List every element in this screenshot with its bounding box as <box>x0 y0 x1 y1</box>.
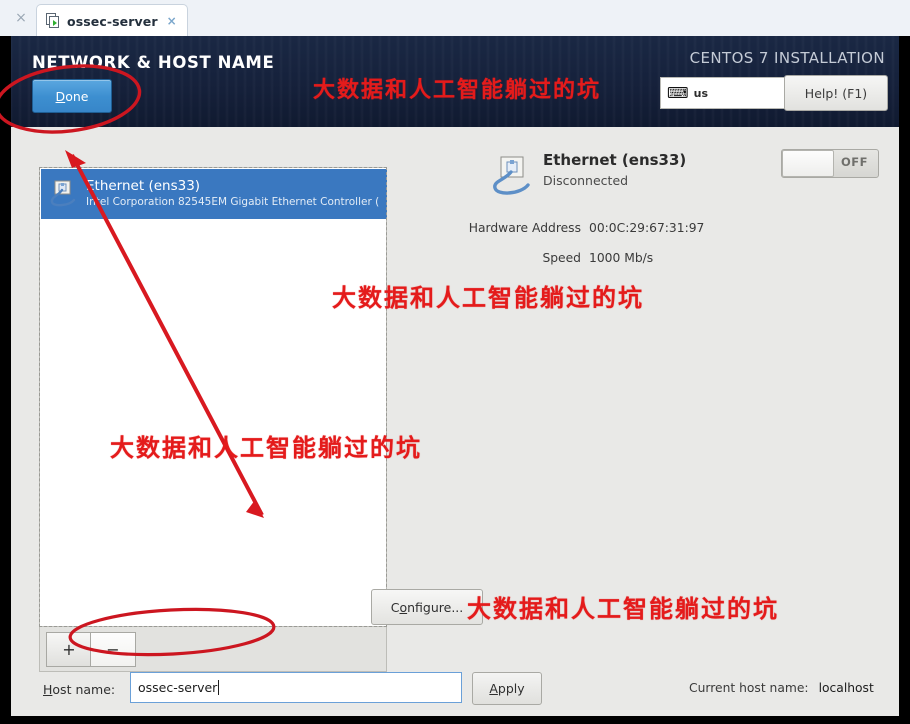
current-host-name: Current host name: localhost <box>689 681 874 695</box>
vm-frame: NETWORK & HOST NAME Done CENTOS 7 INSTAL… <box>0 36 910 724</box>
apply-button-label: Apply <box>489 681 524 696</box>
done-label-rest: one <box>65 88 89 104</box>
help-button[interactable]: Help! (F1) <box>784 75 888 111</box>
apply-label-rest: pply <box>497 681 525 696</box>
device-detail-panel: Ethernet (ens33) Disconnected OFF Hardwa… <box>403 149 883 629</box>
field-speed: Speed 1000 Mb/s <box>403 251 883 281</box>
device-detail-header: Ethernet (ens33) Disconnected OFF <box>403 149 883 209</box>
host-name-accel: H <box>43 682 53 697</box>
ethernet-icon <box>49 179 79 209</box>
vm-screen: NETWORK & HOST NAME Done CENTOS 7 INSTAL… <box>11 36 899 716</box>
installer-name: CENTOS 7 INSTALLATION <box>689 49 885 67</box>
host-name-row: Host name: ossec-server Apply Current ho… <box>39 672 879 712</box>
add-device-button[interactable]: + <box>46 632 92 667</box>
keyboard-icon: ⌨ <box>667 83 689 102</box>
device-list-toolbar: + − <box>39 627 387 672</box>
list-item-text: Ethernet (ens33) Intel Corporation 82545… <box>86 178 379 210</box>
list-item-subtitle: Intel Corporation 82545EM Gigabit Ethern… <box>86 196 380 208</box>
vm-tab-bar: × ossec-server × <box>0 0 910 37</box>
device-list[interactable]: Ethernet (ens33) Intel Corporation 82545… <box>39 167 387 627</box>
keyboard-layout-indicator[interactable]: ⌨ us <box>660 77 788 109</box>
page-title: NETWORK & HOST NAME <box>32 53 275 72</box>
apply-accel: A <box>489 681 498 696</box>
device-name: Ethernet (ens33) <box>543 151 687 169</box>
tabbar-close-icon[interactable]: × <box>12 9 30 27</box>
vm-tab-label: ossec-server <box>67 13 158 29</box>
current-host-name-value: localhost <box>818 681 874 695</box>
device-power-toggle[interactable]: OFF <box>781 149 879 178</box>
keyboard-layout-label: us <box>693 86 709 100</box>
remove-device-button[interactable]: − <box>90 632 136 667</box>
installer-header: NETWORK & HOST NAME Done CENTOS 7 INSTAL… <box>11 36 899 127</box>
screenshot-root: × ossec-server × NETWORK & HOST NAME Don… <box>0 0 910 724</box>
done-accel: D <box>55 88 66 104</box>
vm-tab-close-icon[interactable]: × <box>167 14 177 28</box>
vm-window-icon <box>45 13 61 29</box>
configure-button[interactable]: Configure... <box>371 589 483 625</box>
toggle-knob <box>782 150 834 177</box>
ethernet-icon <box>491 155 535 199</box>
vm-tab-ossec-server[interactable]: ossec-server × <box>36 4 188 37</box>
host-name-input[interactable]: ossec-server <box>130 672 462 703</box>
current-host-name-label: Current host name: <box>689 681 809 695</box>
apply-button[interactable]: Apply <box>472 672 542 705</box>
field-value: 00:0C:29:67:31:97 <box>589 221 705 235</box>
field-value: 1000 Mb/s <box>589 251 654 265</box>
done-button-label: Done <box>56 89 89 104</box>
text-caret <box>218 680 220 695</box>
page-content: Ethernet (ens33) Intel Corporation 82545… <box>11 127 899 716</box>
list-item[interactable]: Ethernet (ens33) Intel Corporation 82545… <box>41 169 387 219</box>
configure-label-post: nfigure... <box>407 599 464 615</box>
toggle-state-label: OFF <box>841 155 868 169</box>
device-status: Disconnected <box>543 173 629 188</box>
host-name-value: ossec-server <box>138 680 218 695</box>
field-label: Hardware Address <box>468 221 581 235</box>
field-hardware-address: Hardware Address 00:0C:29:67:31:97 <box>403 221 883 251</box>
list-item-title: Ethernet (ens33) <box>86 178 201 194</box>
configure-button-label: Configure... <box>391 600 464 615</box>
configure-accel: o <box>399 599 408 615</box>
host-name-label: Host name: <box>43 682 115 697</box>
host-name-label-rest: ost name: <box>52 682 116 697</box>
field-label: Speed <box>542 251 581 265</box>
done-button[interactable]: Done <box>32 79 112 113</box>
